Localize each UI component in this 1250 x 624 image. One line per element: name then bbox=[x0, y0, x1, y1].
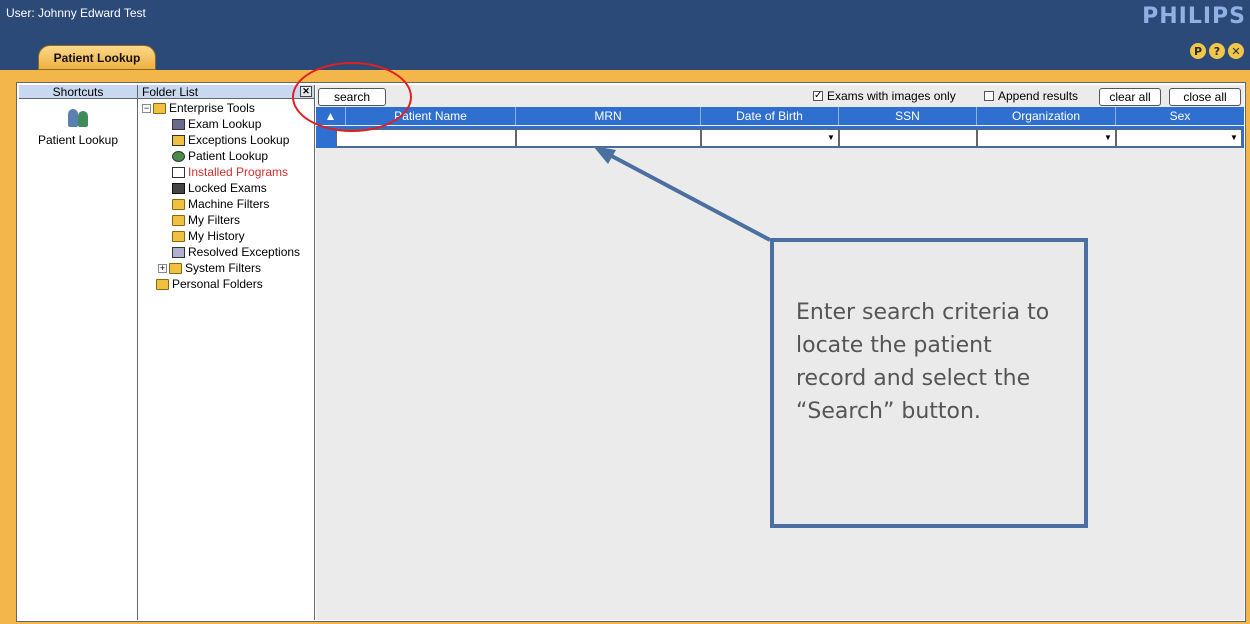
toolbar: search ✓ Exams with images only Append r… bbox=[316, 85, 1244, 107]
clear-all-button[interactable]: clear all bbox=[1099, 88, 1161, 106]
folder-list-panel: Folder List ✕ − Enterprise Tools Exam Lo… bbox=[138, 85, 315, 620]
tree-item-my-history[interactable]: My History bbox=[172, 228, 245, 244]
exam-icon bbox=[172, 118, 185, 130]
tree-item-label: Resolved Exceptions bbox=[188, 245, 301, 259]
checkbox-unchecked[interactable] bbox=[984, 91, 994, 101]
resolved-icon bbox=[172, 246, 185, 258]
shortcut-label: Patient Lookup bbox=[37, 133, 119, 147]
installed-icon bbox=[172, 166, 185, 178]
folder-icon bbox=[172, 230, 185, 242]
column-ssn[interactable]: SSN bbox=[839, 107, 977, 125]
locked-icon bbox=[172, 182, 185, 194]
tree-item-label: Exceptions Lookup bbox=[188, 133, 290, 147]
folder-icon bbox=[169, 262, 182, 274]
tree-item-label: Patient Lookup bbox=[188, 149, 269, 163]
column-date-of-birth[interactable]: Date of Birth bbox=[701, 107, 839, 125]
tree-item-enterprise-tools[interactable]: − Enterprise Tools bbox=[142, 100, 255, 116]
tree-item-resolved-exceptions[interactable]: Resolved Exceptions bbox=[172, 244, 300, 260]
tree-item-label: System Filters bbox=[185, 261, 262, 275]
checkbox-label: Append results bbox=[998, 89, 1079, 103]
organization-filter-select[interactable]: ▼ bbox=[977, 129, 1116, 147]
ssn-filter-input[interactable] bbox=[839, 129, 977, 147]
folder-icon bbox=[156, 278, 169, 290]
folder-list-title: Folder List bbox=[142, 85, 199, 99]
dropdown-arrow-icon[interactable]: ▼ bbox=[825, 131, 837, 145]
column-sex[interactable]: Sex bbox=[1116, 107, 1244, 125]
tree-item-label: My History bbox=[188, 229, 245, 243]
sex-filter-select[interactable]: ▼ bbox=[1116, 129, 1242, 147]
tree-item-label: Locked Exams bbox=[188, 181, 267, 195]
folder-list-header: Folder List ✕ bbox=[138, 85, 314, 99]
dropdown-arrow-icon[interactable]: ▼ bbox=[1102, 131, 1114, 145]
help-icon[interactable]: ? bbox=[1209, 43, 1225, 59]
collapse-icon[interactable]: − bbox=[142, 103, 151, 113]
tree-item-personal-folders[interactable]: Personal Folders bbox=[156, 276, 263, 292]
tree-item-label: My Filters bbox=[188, 213, 240, 227]
shortcuts-panel: Shortcuts Patient Lookup bbox=[19, 85, 138, 620]
tree-item-machine-filters[interactable]: Machine Filters bbox=[172, 196, 269, 212]
mrn-filter-input[interactable] bbox=[516, 129, 701, 147]
column-organization[interactable]: Organization bbox=[977, 107, 1116, 125]
callout-text: Enter search criteria to locate the pati… bbox=[796, 300, 1050, 424]
instruction-callout: Enter search criteria to locate the pati… bbox=[770, 238, 1088, 528]
patient-lookup-icon bbox=[66, 107, 90, 129]
column-mrn[interactable]: MRN bbox=[516, 107, 701, 125]
brand-logo: PHILIPS bbox=[1142, 4, 1246, 29]
tree-item-locked-exams[interactable]: Locked Exams bbox=[172, 180, 267, 196]
tree-item-label: Machine Filters bbox=[188, 197, 270, 211]
append-results-checkbox[interactable]: Append results bbox=[984, 89, 1078, 103]
tab-patient-lookup[interactable]: Patient Lookup bbox=[38, 45, 156, 70]
expand-icon[interactable]: + bbox=[158, 263, 167, 273]
profile-icon[interactable]: P bbox=[1190, 43, 1206, 59]
tree-item-patient-lookup[interactable]: Patient Lookup bbox=[172, 148, 268, 164]
tree-item-label: Installed Programs bbox=[188, 165, 289, 179]
shortcut-patient-lookup[interactable]: Patient Lookup bbox=[19, 107, 137, 147]
close-icon[interactable]: ✕ bbox=[1228, 43, 1244, 59]
tree-item-label: Exam Lookup bbox=[188, 117, 262, 131]
checkbox-checked[interactable]: ✓ bbox=[813, 91, 823, 101]
tree-item-label: Personal Folders bbox=[172, 277, 263, 291]
tree-item-system-filters[interactable]: + System Filters bbox=[158, 260, 261, 276]
exceptions-icon bbox=[172, 134, 185, 146]
patient-name-filter-input[interactable] bbox=[336, 129, 516, 147]
tree-item-label: Enterprise Tools bbox=[169, 101, 255, 115]
annotation-highlight-ellipse bbox=[292, 62, 412, 132]
app-header: User: Johnny Edward Test PHILIPS P ? ✕ P… bbox=[0, 0, 1250, 72]
user-label: User: Johnny Edward Test bbox=[6, 6, 146, 20]
folder-icon bbox=[153, 102, 166, 114]
grid-filter-row: ▼ ▼ ▼ bbox=[316, 126, 1244, 148]
folder-icon bbox=[172, 198, 185, 210]
dropdown-arrow-icon[interactable]: ▼ bbox=[1228, 131, 1240, 145]
shortcuts-header: Shortcuts bbox=[19, 85, 137, 99]
date-of-birth-filter-select[interactable]: ▼ bbox=[701, 129, 839, 147]
grid-header: ▲ Patient Name MRN Date of Birth SSN Org… bbox=[316, 107, 1244, 125]
checkbox-label: Exams with images only bbox=[827, 89, 956, 103]
tree-item-exam-lookup[interactable]: Exam Lookup bbox=[172, 116, 261, 132]
header-icon-group: P ? ✕ bbox=[1190, 43, 1244, 59]
tree-item-installed-programs[interactable]: Installed Programs bbox=[172, 164, 288, 180]
tree-item-my-filters[interactable]: My Filters bbox=[172, 212, 240, 228]
folder-icon bbox=[172, 214, 185, 226]
patient-icon bbox=[172, 150, 185, 162]
exams-with-images-checkbox[interactable]: ✓ Exams with images only bbox=[813, 89, 956, 103]
close-all-button[interactable]: close all bbox=[1169, 88, 1241, 106]
tree-item-exceptions-lookup[interactable]: Exceptions Lookup bbox=[172, 132, 289, 148]
